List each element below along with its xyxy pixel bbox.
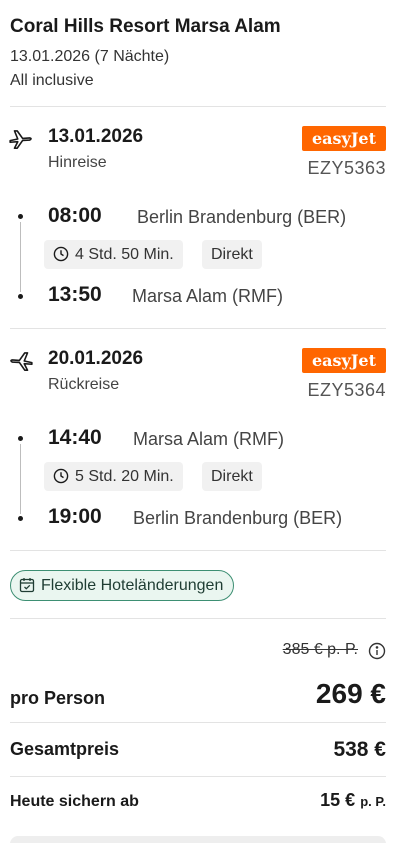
plane-departure-icon [9, 130, 32, 150]
divider [10, 328, 386, 329]
deposit-amount: 15 € [320, 790, 356, 810]
timeline-dot [18, 516, 23, 521]
timeline-dot [18, 436, 23, 441]
arrival-time: 13:50 [48, 283, 102, 306]
deposit-unit: p. P. [360, 794, 386, 809]
info-icon[interactable] [368, 642, 386, 660]
arrival-time: 19:00 [48, 505, 102, 528]
divider [10, 550, 386, 551]
airline-logo: easyJet [302, 348, 386, 373]
hotel-board: All inclusive [10, 72, 94, 89]
clock-icon [53, 468, 69, 484]
clock-icon [53, 246, 69, 262]
return-direction: Rückreise [48, 376, 120, 393]
deposit-label: Heute sichern ab [10, 793, 139, 810]
divider [10, 106, 386, 107]
hotel-title: Coral Hills Resort Marsa Alam [10, 16, 281, 37]
outbound-flight-number: EZY5363 [307, 158, 386, 178]
duration-text: 5 Std. 20 Min. [75, 468, 174, 485]
outbound-flight: 13.01.2026 Hinreise easyJet EZY5363 08:0… [0, 126, 400, 336]
departure-airport: Berlin Brandenburg (BER) [137, 207, 347, 227]
total-label: Gesamtpreis [10, 739, 120, 759]
return-flight-number: EZY5364 [307, 380, 386, 400]
stops-chip: Direkt [202, 462, 262, 491]
calendar-check-icon [19, 578, 35, 593]
duration-text: 4 Std. 50 Min. [75, 246, 174, 263]
old-price: 385 € p. P. [282, 641, 358, 658]
timeline-line [20, 222, 21, 292]
outbound-date: 13.01.2026 [48, 126, 144, 147]
stops-chip: Direkt [202, 240, 262, 269]
timeline-dot [18, 214, 23, 219]
per-person-label: pro Person [10, 688, 106, 708]
return-flight: 20.01.2026 Rückreise easyJet EZY5364 14:… [0, 348, 400, 558]
return-date: 20.01.2026 [48, 348, 144, 369]
duration-chip: 4 Std. 50 Min. [44, 240, 183, 269]
timeline-dot [18, 294, 23, 299]
departure-time: 14:40 [48, 426, 102, 449]
plane-arrival-icon [10, 352, 33, 372]
divider [10, 722, 386, 723]
divider [10, 618, 386, 619]
divider [10, 776, 386, 777]
per-person-price: 269 € [315, 678, 386, 709]
arrival-airport: Berlin Brandenburg (BER) [133, 508, 343, 528]
departure-airport: Marsa Alam (RMF) [133, 429, 285, 449]
deposit-price: 15 € p. P. [320, 790, 386, 811]
duration-chip: 5 Std. 20 Min. [44, 462, 183, 491]
badge-label: Flexible Hoteländerungen [41, 577, 224, 594]
airline-logo: easyJet [302, 126, 386, 151]
timeline-line [20, 444, 21, 514]
departure-time: 08:00 [48, 204, 102, 227]
arrival-airport: Marsa Alam (RMF) [132, 286, 284, 306]
outbound-direction: Hinreise [48, 154, 107, 171]
flexible-hotel-changes-badge[interactable]: Flexible Hoteländerungen [10, 570, 235, 601]
total-price: 538 € [333, 738, 386, 761]
booking-panel-edge [10, 836, 386, 843]
hotel-dates: 13.01.2026 (7 Nächte) [10, 48, 170, 65]
